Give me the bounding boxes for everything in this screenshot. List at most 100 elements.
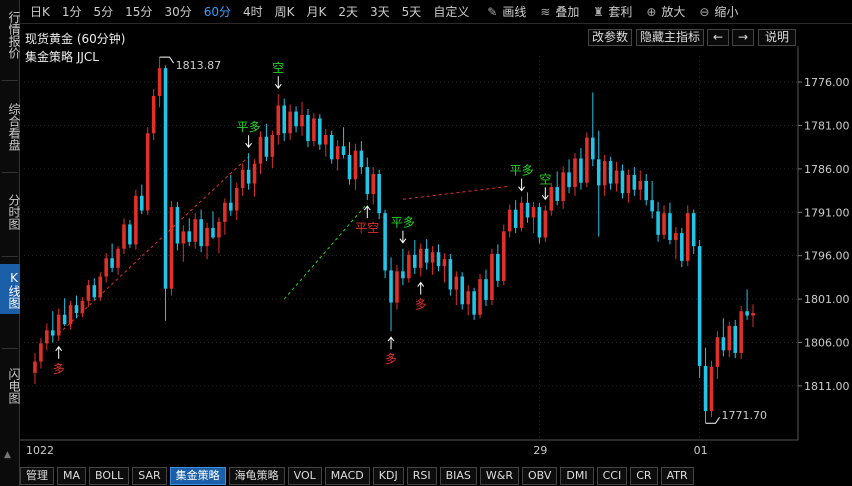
candle-body [68, 305, 73, 325]
candle-body [412, 254, 417, 268]
time-tick-label: 29 [533, 444, 547, 457]
period-5min[interactable]: 5分 [88, 0, 120, 24]
tab-13[interactable]: DMI [560, 467, 594, 485]
tab-6[interactable]: VOL [287, 467, 322, 485]
price-axis: 1811.00 1806.00 1801.00 1796.00 1791.00 1786.… [798, 76, 850, 393]
tab-3[interactable]: SAR [132, 467, 167, 485]
candle-body [110, 258, 114, 268]
period-week[interactable]: 周K [269, 0, 301, 24]
period-day[interactable]: 日K [20, 0, 56, 24]
candle-body [496, 253, 500, 281]
signal-label: 平多 [510, 164, 534, 178]
candle-body [199, 219, 203, 247]
tab-16[interactable]: ATR [660, 467, 694, 485]
candle-body [656, 211, 660, 235]
tab-7[interactable]: MACD [324, 467, 370, 485]
draw-button[interactable]: ✎ 画线 [475, 0, 532, 24]
candle-body [715, 337, 720, 367]
candle-body [104, 258, 108, 277]
period-custom[interactable]: 自定义 [427, 0, 475, 24]
tab-11[interactable]: W&R [479, 467, 519, 485]
nav-kline[interactable]: K线图 [0, 264, 21, 314]
arbitrage-button[interactable]: ♜ 套利 [585, 0, 638, 24]
signal-up-arrow-icon [417, 281, 425, 295]
period-15min[interactable]: 15分 [119, 0, 158, 24]
period-3day[interactable]: 3天 [364, 0, 396, 24]
candle-body [163, 68, 168, 289]
tab-0[interactable]: 管理 [20, 467, 54, 485]
candle-body [585, 137, 589, 183]
candle-body [56, 314, 61, 336]
tab-15[interactable]: CR [630, 467, 658, 485]
candle-body [650, 200, 654, 212]
candle-body [703, 365, 708, 412]
candle-body [181, 231, 186, 244]
hide-main-indicator-button[interactable]: 隐藏主指标 [636, 29, 704, 46]
tab-5[interactable]: 海龟策略 [228, 467, 285, 485]
candle-body [525, 202, 530, 218]
period-toolbar: 日K 1分 5分 15分 30分 60分 4时 周K 月K 2天 3天 5天 自… [20, 0, 852, 24]
tab-14[interactable]: CCI [596, 467, 628, 485]
signal-down-arrow-icon [399, 230, 407, 244]
candle-body [727, 326, 732, 351]
nav-overview[interactable]: 综合看盘 [0, 96, 21, 156]
candle-body [573, 158, 577, 188]
candle-body [460, 276, 465, 305]
scroll-right-button[interactable]: → [732, 29, 754, 46]
tab-8[interactable]: KDJ [372, 467, 404, 485]
candle-body [312, 118, 316, 142]
candle-body [466, 291, 470, 305]
candle-body [140, 195, 144, 211]
candle-body [430, 252, 435, 263]
period-2day[interactable]: 2天 [332, 0, 364, 24]
zoom-in-icon: ⊕ [646, 4, 657, 19]
overlay-button[interactable]: ≋ 叠加 [532, 0, 585, 24]
candle-body [745, 311, 749, 316]
candle-body [733, 326, 738, 353]
nav-flash[interactable]: 闪电图 [0, 362, 21, 408]
candle-body [282, 105, 286, 134]
candlesticks [33, 57, 755, 424]
help-button[interactable]: 说明 [758, 29, 796, 46]
signal-label: 多 [53, 362, 65, 376]
period-5day[interactable]: 5天 [396, 0, 428, 24]
tab-10[interactable]: BIAS [439, 467, 477, 485]
tab-4[interactable]: 集金策略 [169, 467, 226, 485]
nav-quotes[interactable]: 行情报价 [0, 4, 21, 64]
candle-body [561, 172, 565, 201]
tab-2[interactable]: BOLL [89, 467, 130, 485]
candle-body [591, 137, 595, 160]
tab-1[interactable]: MA [57, 467, 87, 485]
candle-body [680, 233, 684, 261]
candle-body [502, 231, 506, 281]
nav-separator [2, 172, 18, 173]
candle-body [602, 161, 607, 186]
period-4hour[interactable]: 4时 [237, 0, 269, 24]
price-tick-label: 1776.00 [804, 76, 850, 89]
candle-body [751, 312, 755, 316]
period-1min[interactable]: 1分 [56, 0, 88, 24]
candle-body [122, 224, 126, 249]
period-60min[interactable]: 60分 [198, 0, 237, 24]
nav-separator [2, 80, 18, 81]
nav-timeshare[interactable]: 分时图 [0, 188, 21, 234]
zoom-out-button[interactable]: ⊖ 缩小 [691, 0, 744, 24]
kline-chart[interactable]: 多平多空平空 平多多多平多空 1811.001806.001801.001796.… [20, 46, 852, 466]
nav-collapse-icon[interactable]: ▲ [4, 450, 11, 460]
candle-body [246, 169, 251, 184]
zoom-in-button[interactable]: ⊕ 放大 [638, 0, 691, 24]
candle-body [294, 111, 298, 127]
modify-params-button[interactable]: 改参数 [588, 29, 632, 46]
tab-12[interactable]: OBV [522, 467, 558, 485]
candle-body [276, 105, 281, 136]
signal-up-arrow-icon [363, 205, 371, 219]
period-month[interactable]: 月K [301, 0, 333, 24]
signal-down-arrow-icon [518, 178, 525, 192]
candle-body [638, 181, 643, 190]
tab-9[interactable]: RSI [406, 467, 437, 485]
pencil-icon: ✎ [487, 4, 498, 19]
candle-body [157, 68, 162, 96]
trend-line [283, 203, 368, 300]
period-30min[interactable]: 30分 [158, 0, 197, 24]
scroll-left-button[interactable]: ← [707, 29, 729, 46]
